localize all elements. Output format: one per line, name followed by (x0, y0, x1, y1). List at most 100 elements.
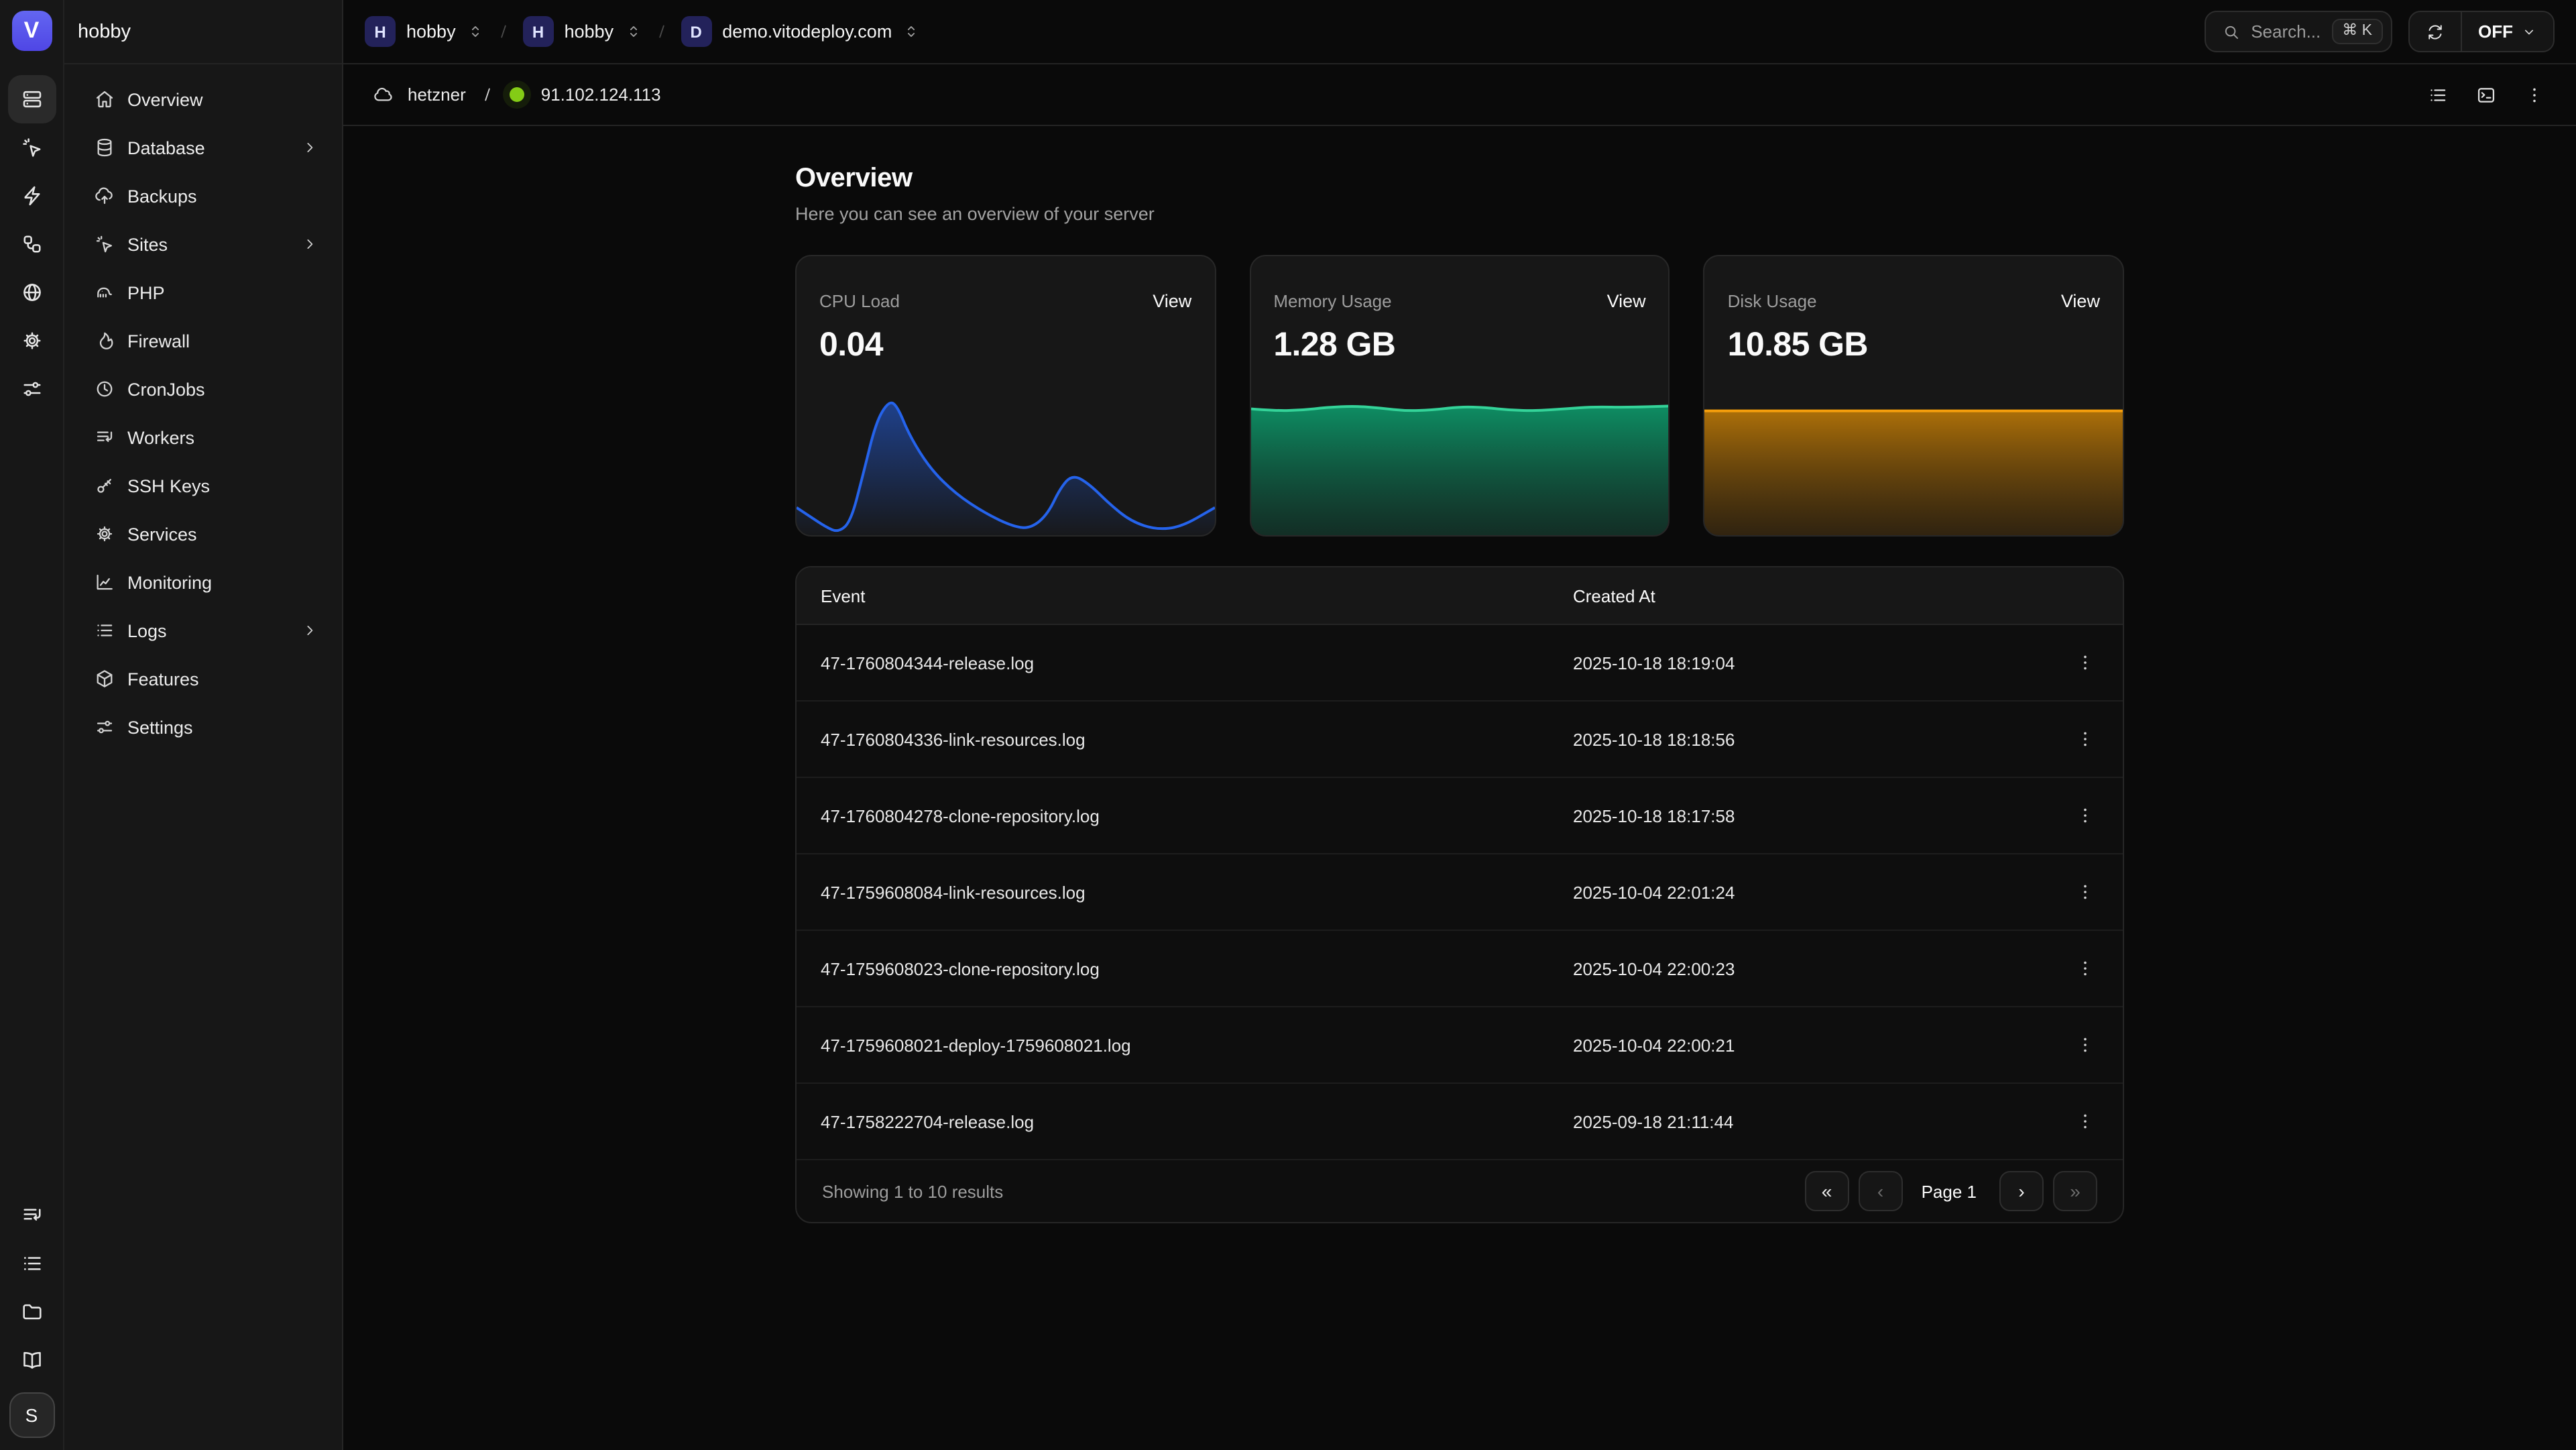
clock-icon (94, 378, 115, 400)
row-menu-button[interactable] (2065, 719, 2105, 759)
cloud-icon-slot (373, 84, 394, 105)
sidebar-item-firewall[interactable]: Firewall (64, 317, 342, 365)
chart-icon (94, 571, 115, 593)
kebab-icon (2074, 1034, 2096, 1056)
view-disk-usage-button[interactable]: View (2061, 291, 2100, 311)
row-menu-button[interactable] (2065, 1025, 2105, 1065)
list-bullet-icon (2427, 84, 2449, 105)
row-menu-button[interactable] (2065, 795, 2105, 836)
previous-page-button[interactable]: ‹ (1859, 1171, 1903, 1211)
cpu-load-area-chart (797, 397, 1215, 535)
card-label: Disk Usage (1728, 291, 1817, 311)
rail-button-cursor-click[interactable] (7, 123, 56, 172)
chevron-down-icon (2521, 23, 2537, 40)
first-page-button[interactable]: « (1805, 1171, 1849, 1211)
folder-icon (19, 1300, 44, 1324)
rail-button-queue[interactable] (7, 1191, 56, 1239)
queue-icon (94, 427, 115, 448)
database-icon (94, 137, 115, 158)
events-table: Event Created At 47-1760804344-release.l… (795, 566, 2124, 1223)
topbar-actions: Search... ⌘ K OFF (2204, 11, 2555, 52)
kebab-icon (2074, 1111, 2096, 1132)
terminal-icon (2475, 84, 2497, 105)
server-provider: hetzner (408, 85, 466, 105)
breadcrumb-item-hobby[interactable]: Hhobby (523, 16, 642, 47)
table-footer: Showing 1 to 10 results « ‹ Page 1 › » (797, 1160, 2123, 1222)
breadcrumb-label: demo.vitodeploy.com (722, 21, 892, 42)
server-menu-button[interactable] (2514, 74, 2555, 115)
server-logs-button[interactable] (2418, 74, 2458, 115)
sidebar-item-settings[interactable]: Settings (64, 703, 342, 751)
row-menu-button[interactable] (2065, 872, 2105, 912)
last-page-button[interactable]: » (2053, 1171, 2097, 1211)
user-avatar[interactable]: S (9, 1392, 54, 1438)
event-cell: 47-1760804278-clone-repository.log (797, 805, 1549, 826)
sidebar-item-overview[interactable]: Overview (64, 75, 342, 123)
sidebar-item-monitoring[interactable]: Monitoring (64, 558, 342, 606)
breadcrumb-separator (495, 19, 512, 44)
rail-button-server-stack[interactable] (7, 75, 56, 123)
search-button[interactable]: Search... ⌘ K (2204, 11, 2392, 52)
overview-page: Overview Here you can see an overview of… (795, 126, 2124, 1223)
memory-usage-area-chart (1250, 397, 1669, 535)
event-cell: 47-1759608084-link-resources.log (797, 882, 1549, 902)
sidebar-item-cronjobs[interactable]: CronJobs (64, 365, 342, 413)
rail-button-globe[interactable] (7, 268, 56, 317)
search-label: Search... (2251, 21, 2321, 42)
rail-button-nodes[interactable] (7, 220, 56, 268)
server-terminal-button[interactable] (2466, 74, 2506, 115)
rail-button-sliders[interactable] (7, 365, 56, 413)
power-control: OFF (2408, 11, 2555, 52)
sidebar-item-php[interactable]: PHP (64, 268, 342, 317)
slash-separator (479, 82, 497, 107)
kebab-icon (2074, 958, 2096, 979)
rail-button-book-open[interactable] (7, 1336, 56, 1384)
rail-button-bolt[interactable] (7, 172, 56, 220)
row-menu-button[interactable] (2065, 1101, 2105, 1141)
row-menu-button[interactable] (2065, 643, 2105, 683)
breadcrumb-item-demo-vitodeploy-com[interactable]: Ddemo.vitodeploy.com (681, 16, 920, 47)
sidebar-item-workers[interactable]: Workers (64, 413, 342, 461)
app-logo[interactable]: V (11, 11, 52, 51)
sidebar-item-label: Logs (127, 620, 290, 640)
cursor-click-icon (19, 135, 44, 160)
terminal-icon-slot (2475, 84, 2497, 105)
sidebar-item-features[interactable]: Features (64, 655, 342, 703)
row-menu-button[interactable] (2065, 948, 2105, 989)
sidebar-item-logs[interactable]: Logs (64, 606, 342, 655)
selector-slot (902, 23, 920, 40)
selector-icon (624, 23, 642, 40)
breadcrumb-item-hobby[interactable]: Hhobby (365, 16, 484, 47)
view-cpu-load-button[interactable]: View (1153, 291, 1191, 311)
power-chevron-slot (2521, 23, 2537, 40)
server-header: hetzner 91.102.124.113 (343, 64, 2576, 126)
power-toggle[interactable]: OFF (2462, 12, 2553, 51)
sidebar-item-services[interactable]: Services (64, 510, 342, 558)
page-title: Overview (795, 164, 2124, 194)
card-chart (1250, 397, 1668, 535)
search-icon (2221, 22, 2240, 41)
event-cell: 47-1759608021-deploy-1759608021.log (797, 1035, 1549, 1055)
table-row: 47-1758222704-release.log2025-09-18 21:1… (797, 1084, 2123, 1160)
next-page-button[interactable]: › (1999, 1171, 2044, 1211)
nodes-icon (19, 232, 44, 256)
sidebar-item-sites[interactable]: Sites (64, 220, 342, 268)
list-bullet-icon (19, 1251, 44, 1276)
sidebar-item-backups[interactable]: Backups (64, 172, 342, 220)
table-row: 47-1760804344-release.log2025-10-18 18:1… (797, 625, 2123, 702)
refresh-button[interactable] (2410, 12, 2461, 51)
rail-button-list-bullet[interactable] (7, 1239, 56, 1288)
cog-icon (19, 329, 44, 353)
rail-button-cog[interactable] (7, 317, 56, 365)
sidebar-item-ssh-keys[interactable]: SSH Keys (64, 461, 342, 510)
server-identity: hetzner 91.102.124.113 (373, 82, 661, 107)
content-scroll[interactable]: Overview Here you can see an overview of… (343, 126, 2576, 1450)
metric-card-memory-usage: Memory UsageView1.28 GB (1249, 255, 1670, 537)
view-memory-usage-button[interactable]: View (1607, 291, 1646, 311)
chevron-slot (302, 236, 318, 252)
sidebar-item-label: Sites (127, 234, 290, 254)
rail-button-folder[interactable] (7, 1288, 56, 1336)
key-icon (94, 475, 115, 496)
sidebar-item-database[interactable]: Database (64, 123, 342, 172)
card-chart (797, 397, 1214, 535)
